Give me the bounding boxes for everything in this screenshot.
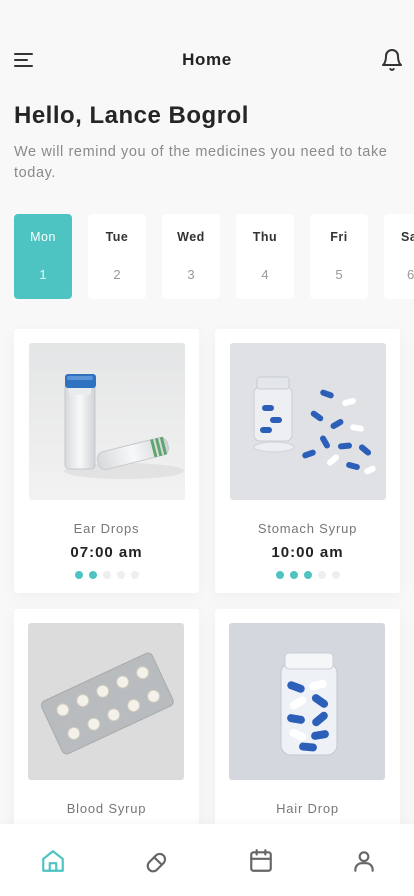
dose-dot [289, 571, 298, 579]
dose-dot [102, 571, 111, 579]
dose-dot [74, 571, 83, 579]
profile-icon[interactable] [351, 848, 377, 874]
medicine-name: Ear Drops [73, 521, 140, 536]
page-title: Home [182, 50, 232, 69]
dose-dot [317, 571, 326, 579]
calendar-icon[interactable] [248, 848, 274, 874]
home-icon[interactable] [40, 848, 66, 874]
day-tue[interactable]: Tue 2 [88, 214, 146, 299]
day-name: Thu [252, 230, 278, 244]
day-name: Tue [105, 230, 129, 244]
pill-icon[interactable] [145, 848, 171, 874]
day-name: Sa [401, 230, 414, 244]
medicine-name: Stomach Syrup [257, 521, 358, 536]
bell-icon[interactable] [380, 48, 404, 72]
dose-dot [275, 571, 284, 579]
greeting-subtitle: We will remind you of the medicines you … [14, 144, 388, 181]
day-number: 1 [39, 267, 47, 282]
medicine-time: 07:00 am [70, 544, 143, 561]
medicine-card[interactable]: Stomach Syrup 10:00 am [215, 329, 400, 593]
day-number: 5 [335, 267, 343, 282]
day-thu[interactable]: Thu 4 [236, 214, 294, 299]
day-number: 6 [407, 267, 414, 282]
day-number: 4 [261, 267, 269, 282]
day-name: Fri [330, 230, 348, 244]
medicine-photo [28, 623, 184, 780]
dose-dot [303, 571, 312, 579]
day-selector: Mon 1 Tue 2 Wed 3 Thu 4 Fri 5 Sa 6 [14, 214, 414, 299]
day-name: Mon [30, 230, 56, 244]
day-mon[interactable]: Mon 1 [14, 214, 72, 299]
bottom-tab-bar [0, 824, 414, 896]
medicine-photo [29, 343, 185, 500]
greeting-heading: Hello, Lance Bogrol [14, 102, 249, 129]
dose-dot [116, 571, 125, 579]
medicine-name: Hair Drop [276, 801, 339, 816]
dose-progress-dots [215, 571, 400, 579]
day-number: 3 [187, 267, 195, 282]
app-header: Home [0, 40, 414, 80]
dose-dot [130, 571, 139, 579]
medicine-time: 10:00 am [271, 544, 344, 561]
dose-progress-dots [14, 571, 199, 579]
medicine-card[interactable]: Ear Drops 07:00 am [14, 329, 199, 593]
day-wed[interactable]: Wed 3 [162, 214, 220, 299]
medicine-name: Blood Syrup [66, 801, 147, 816]
dose-dot [88, 571, 97, 579]
dose-dot [331, 571, 340, 579]
day-name: Wed [177, 230, 205, 244]
day-fri[interactable]: Fri 5 [310, 214, 368, 299]
day-number: 2 [113, 267, 121, 282]
day-sat[interactable]: Sa 6 [384, 214, 414, 299]
medicine-photo [229, 623, 385, 780]
medicine-photo [230, 343, 386, 500]
